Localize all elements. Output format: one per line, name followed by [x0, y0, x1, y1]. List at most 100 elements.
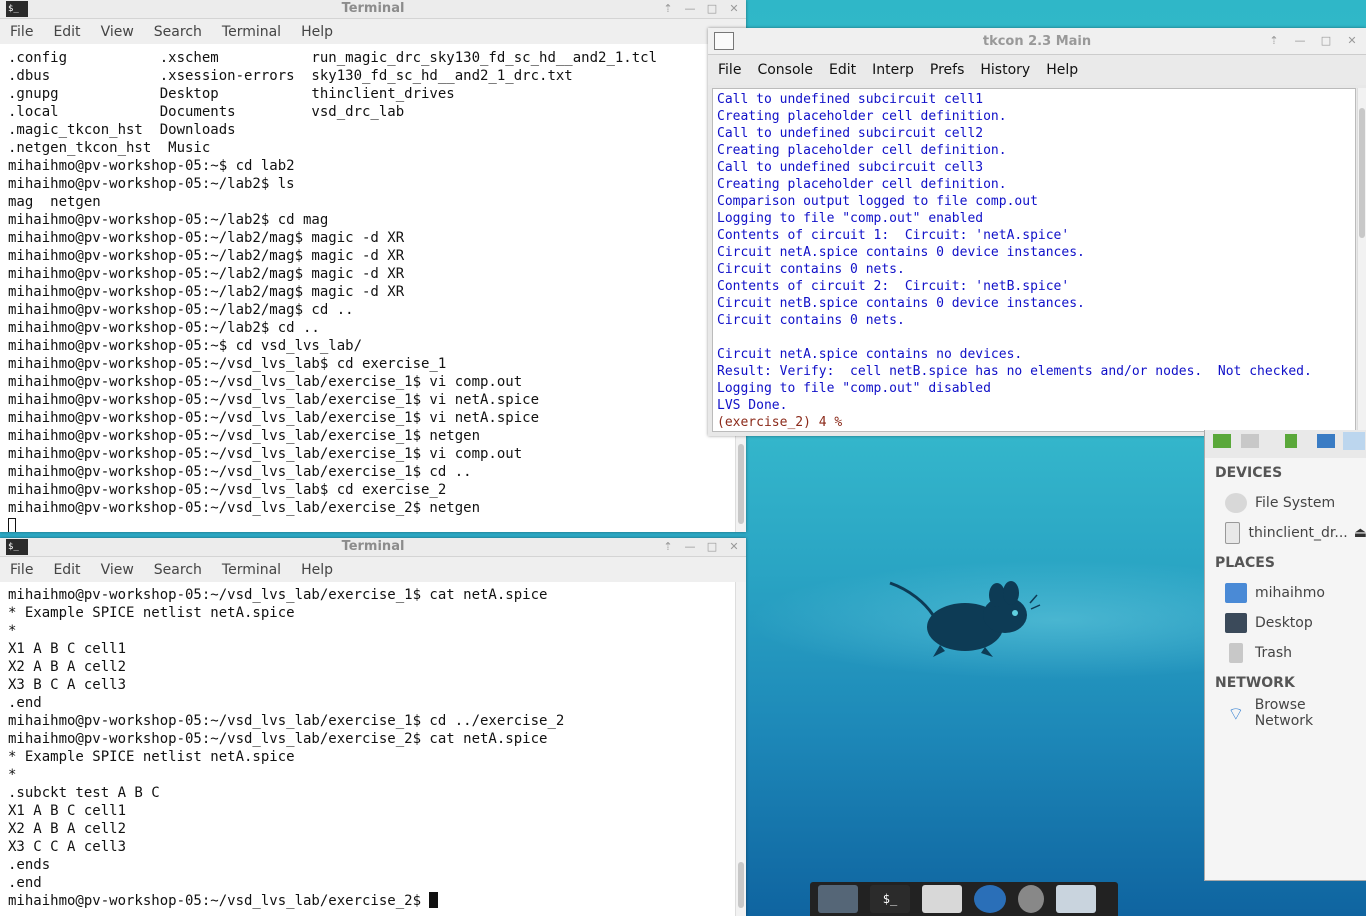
- cursor: [429, 892, 439, 908]
- terminal-line: X1 A B C cell1: [8, 641, 127, 657]
- terminal-line: mihaihmo@pv-workshop-05:~/vsd_lvs_lab/ex…: [8, 374, 523, 390]
- menu-terminal[interactable]: Terminal: [212, 562, 291, 578]
- sidebar-item-browse-network[interactable]: ⌔ Browse Network: [1205, 697, 1366, 729]
- menu-history[interactable]: History: [970, 62, 1036, 78]
- close-button[interactable]: ✕: [726, 1, 742, 17]
- sidebar-item-label: Browse Network: [1254, 697, 1314, 729]
- menu-view[interactable]: View: [91, 24, 144, 40]
- tkcon-prompt[interactable]: (exercise_2) 4 %: [717, 414, 1355, 431]
- tkcon-titlebar[interactable]: tkcon 2.3 Main ⇡ — □ ✕: [708, 28, 1366, 55]
- tkcon-window[interactable]: tkcon 2.3 Main ⇡ — □ ✕ File Console Edit…: [708, 28, 1366, 436]
- menu-help[interactable]: Help: [291, 562, 343, 578]
- show-desktop-icon[interactable]: [818, 885, 858, 913]
- terminal-window-top[interactable]: $_ Terminal ⇡ — □ ✕ File Edit View Searc…: [0, 0, 746, 532]
- terminal-titlebar[interactable]: $_ Terminal ⇡ — □ ✕: [0, 0, 746, 19]
- terminal-line: Call to undefined subcircuit cell2: [717, 126, 984, 141]
- terminal-line: Circuit contains 0 nets.: [717, 262, 905, 277]
- terminal-titlebar[interactable]: $_ Terminal ⇡ — □ ✕: [0, 538, 746, 557]
- sidebar-item-label: mihaihmo: [1255, 585, 1325, 601]
- maximize-button[interactable]: □: [704, 1, 720, 17]
- menu-bar: File Edit View Search Terminal Help: [0, 19, 746, 44]
- menu-file[interactable]: File: [0, 562, 43, 578]
- terminal-line: X3 C C A cell3: [8, 839, 127, 855]
- file-manager-sidebar: DEVICES File System thinclient_dr... ⏏ P…: [1204, 430, 1366, 881]
- xfce-mouse-logo-icon: [889, 581, 1041, 657]
- terminal-line: mihaihmo@pv-workshop-05:~/lab2/mag$ magi…: [8, 248, 405, 264]
- forward-arrow-icon[interactable]: [1241, 434, 1259, 448]
- terminal-launcher-icon[interactable]: $_: [870, 885, 910, 913]
- menu-console[interactable]: Console: [747, 62, 819, 78]
- keep-above-button[interactable]: ⇡: [660, 1, 676, 17]
- sidebar-item-home[interactable]: mihaihmo: [1205, 578, 1366, 608]
- close-button[interactable]: ✕: [1344, 33, 1360, 49]
- vertical-scrollbar[interactable]: [735, 582, 746, 916]
- folder-launcher-icon[interactable]: [1056, 885, 1096, 913]
- maximize-button[interactable]: □: [704, 539, 720, 555]
- terminal-line: Call to undefined subcircuit cell3: [717, 160, 984, 175]
- terminal-line: LVS Done.: [717, 398, 788, 413]
- terminal-line: * Example SPICE netlist netA.spice: [8, 749, 295, 765]
- menu-edit[interactable]: Edit: [819, 62, 862, 78]
- terminal-line: mihaihmo@pv-workshop-05:~/vsd_lvs_lab$ c…: [8, 482, 447, 498]
- search-launcher-icon[interactable]: [1018, 885, 1044, 913]
- window-title: Terminal: [341, 539, 405, 554]
- menu-search[interactable]: Search: [144, 24, 212, 40]
- up-arrow-icon[interactable]: [1285, 434, 1297, 448]
- terminal-line: mihaihmo@pv-workshop-05:~/vsd_lvs_lab/ex…: [8, 500, 481, 516]
- terminal-line: Logging to file "comp.out" disabled: [717, 381, 991, 396]
- terminal-line: Comparison output logged to file comp.ou…: [717, 194, 1038, 209]
- maximize-button[interactable]: □: [1318, 33, 1334, 49]
- terminal-line: Circuit netB.spice contains 0 device ins…: [717, 296, 1085, 311]
- close-button[interactable]: ✕: [726, 539, 742, 555]
- menu-prefs[interactable]: Prefs: [920, 62, 970, 78]
- keep-above-button[interactable]: ⇡: [1266, 33, 1282, 49]
- terminal-output[interactable]: mihaihmo@pv-workshop-05:~/vsd_lvs_lab/ex…: [0, 586, 746, 916]
- menu-edit[interactable]: Edit: [43, 562, 90, 578]
- menu-help[interactable]: Help: [1036, 62, 1084, 78]
- terminal-line: mihaihmo@pv-workshop-05:~/vsd_lvs_lab/ex…: [8, 587, 548, 603]
- terminal-line: mihaihmo@pv-workshop-05:~/vsd_lvs_lab/ex…: [8, 446, 523, 462]
- menu-file[interactable]: File: [708, 62, 747, 78]
- places-header: PLACES: [1215, 555, 1275, 571]
- terminal-line: X2 A B A cell2: [8, 659, 127, 675]
- dock-panel: $_: [810, 882, 1118, 916]
- keep-above-button[interactable]: ⇡: [660, 539, 676, 555]
- eject-icon[interactable]: ⏏: [1354, 525, 1366, 541]
- minimize-button[interactable]: —: [1292, 33, 1308, 49]
- menu-view[interactable]: View: [91, 562, 144, 578]
- terminal-line: mihaihmo@pv-workshop-05:~/lab2$ ls: [8, 176, 295, 192]
- back-arrow-icon[interactable]: [1213, 434, 1231, 448]
- tkcon-console-output[interactable]: Call to undefined subcircuit cell1 Creati…: [712, 88, 1356, 432]
- sidebar-item-trash[interactable]: Trash: [1205, 638, 1366, 668]
- menu-interp[interactable]: Interp: [862, 62, 920, 78]
- menu-terminal[interactable]: Terminal: [212, 24, 291, 40]
- terminal-line: mihaihmo@pv-workshop-05:~/lab2$ cd ..: [8, 320, 320, 336]
- home-icon[interactable]: [1317, 434, 1335, 448]
- terminal-line: Circuit netA.spice contains 0 device ins…: [717, 245, 1085, 260]
- terminal-line: .ends: [8, 857, 51, 873]
- terminal-line: X1 A B C cell1: [8, 803, 127, 819]
- menu-search[interactable]: Search: [144, 562, 212, 578]
- terminal-window-bottom[interactable]: $_ Terminal ⇡ — □ ✕ File Edit View Searc…: [0, 538, 746, 916]
- window-title: Terminal: [341, 1, 405, 16]
- terminal-line: mihaihmo@pv-workshop-05:~/lab2$ cd mag: [8, 212, 329, 228]
- terminal-line: *: [8, 767, 17, 783]
- file-manager-launcher-icon[interactable]: [922, 885, 962, 913]
- drive-icon: [1225, 522, 1241, 544]
- terminal-line: mihaihmo@pv-workshop-05:~/vsd_lvs_lab/ex…: [8, 410, 540, 426]
- menu-file[interactable]: File: [0, 24, 43, 40]
- web-browser-launcher-icon[interactable]: [974, 885, 1006, 913]
- terminal-output[interactable]: .config .xschem run_magic_drc_sky130_fd_…: [0, 48, 746, 532]
- vertical-scrollbar[interactable]: [1357, 88, 1366, 432]
- sidebar-item-thinclient-drives[interactable]: thinclient_dr... ⏏: [1205, 518, 1366, 548]
- folder-view-icon[interactable]: [1343, 432, 1365, 450]
- sidebar-item-desktop[interactable]: Desktop: [1205, 608, 1366, 638]
- menu-help[interactable]: Help: [291, 24, 343, 40]
- menu-edit[interactable]: Edit: [43, 24, 90, 40]
- terminal-line: mihaihmo@pv-workshop-05:~/vsd_lvs_lab/ex…: [8, 713, 565, 729]
- sidebar-item-file-system[interactable]: File System: [1205, 488, 1366, 518]
- menu-bar: File Console Edit Interp Prefs History H…: [708, 55, 1366, 85]
- minimize-button[interactable]: —: [682, 1, 698, 17]
- minimize-button[interactable]: —: [682, 539, 698, 555]
